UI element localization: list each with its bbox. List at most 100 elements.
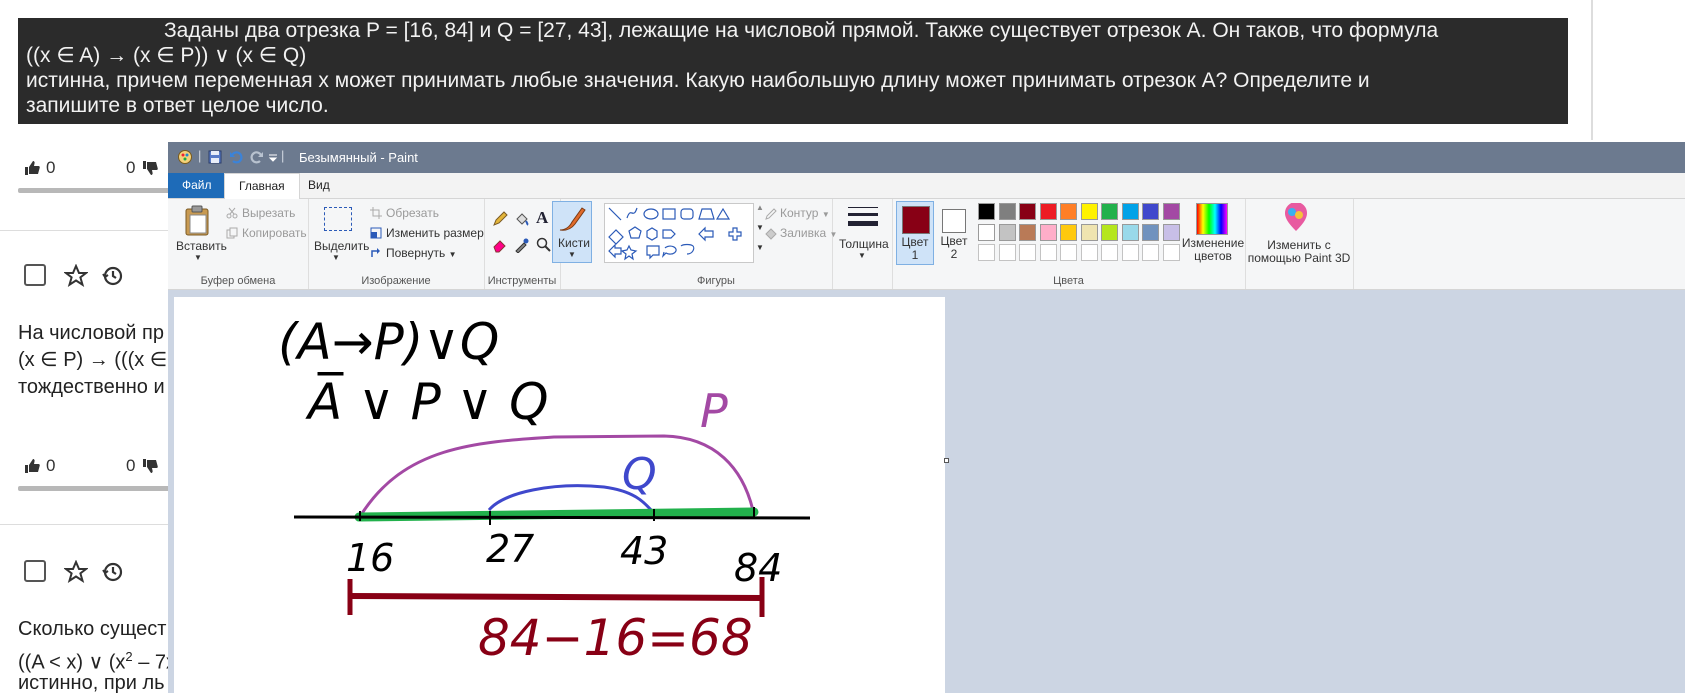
palette-swatch[interactable] <box>1121 244 1139 261</box>
rotate-button[interactable]: Повернуть ▼ <box>386 246 457 260</box>
palette-swatch[interactable] <box>1019 203 1036 220</box>
edit-colors-icon[interactable] <box>1196 203 1228 235</box>
q1-dislikes-count: 0 <box>126 158 136 177</box>
size-line-icon <box>848 221 878 226</box>
paint-app-icon[interactable] <box>177 149 193 165</box>
palette-swatch[interactable] <box>1080 223 1098 241</box>
colors-group-label: Цвета <box>1053 275 1084 287</box>
palette-swatch[interactable] <box>1060 203 1077 220</box>
palette-swatch[interactable] <box>1121 223 1139 241</box>
image-group-label: Изображение <box>361 275 431 287</box>
eraser-icon[interactable] <box>492 237 508 253</box>
chevron-down-icon: ▼ <box>194 253 202 262</box>
palette-swatch[interactable] <box>1142 244 1159 261</box>
scroll-down-icon[interactable]: ▼ <box>756 223 764 232</box>
checkbox[interactable] <box>24 560 46 582</box>
outline-label: Контур <box>780 206 819 220</box>
text-tool-icon[interactable]: A <box>536 208 548 228</box>
label-q: Q <box>622 449 657 500</box>
palette-swatch[interactable] <box>1101 244 1118 261</box>
star-icon[interactable] <box>64 560 88 584</box>
palette-swatch[interactable] <box>978 223 995 241</box>
canvas-resize-handle[interactable] <box>944 458 949 463</box>
palette-swatch[interactable] <box>1101 223 1118 241</box>
page-scrollbar[interactable] <box>1591 0 1593 140</box>
redo-icon[interactable] <box>250 150 264 164</box>
pencil-icon[interactable] <box>492 211 508 227</box>
drawing-canvas[interactable]: (A→P)∨Q A̅ ∨ P ∨ Q P Q 16 27 43 84 84−16… <box>174 297 945 693</box>
brushes-button[interactable]: Кисти ▼ <box>552 201 592 263</box>
tab-file[interactable]: Файл <box>168 173 226 198</box>
palette-swatch[interactable] <box>1080 203 1098 220</box>
select-button[interactable]: Выделить ▼ <box>312 205 369 265</box>
outline-button[interactable]: Контур ▼ <box>780 206 830 220</box>
palette-swatch[interactable] <box>1101 203 1118 220</box>
segment-p-arc <box>359 434 756 516</box>
palette-swatch[interactable] <box>1039 203 1057 220</box>
palette-swatch[interactable] <box>998 244 1016 261</box>
thumb-up-icon[interactable] <box>24 458 40 474</box>
separator: | <box>198 148 202 163</box>
thumb-down-icon[interactable] <box>142 458 158 474</box>
palette-swatch[interactable] <box>1039 244 1057 261</box>
fill-button[interactable]: Заливка ▼ <box>780 226 837 240</box>
tab-view[interactable]: Вид <box>294 173 344 198</box>
palette-swatch[interactable] <box>1019 223 1036 241</box>
q1-votes: 0 0 <box>24 158 158 178</box>
scissors-icon <box>226 207 238 219</box>
size-button[interactable]: Толщина ▼ <box>836 201 889 263</box>
color2-button[interactable]: Цвет 2 <box>936 201 972 263</box>
shapes-gallery[interactable] <box>604 203 754 263</box>
thumb-up-icon[interactable] <box>24 160 40 176</box>
checkbox[interactable] <box>24 264 46 286</box>
shape-icons <box>608 207 742 261</box>
group-clipboard: Вставить ▼ Вырезать Копировать Буфер обм… <box>168 199 309 289</box>
copy-button[interactable]: Копировать <box>242 226 307 240</box>
group-image: Выделить ▼ Обрезать Изменить размер Пове… <box>308 199 485 289</box>
result-expression: 84−16=68 <box>478 609 753 667</box>
edit-paint3d-button[interactable]: Изменить с помощью Paint 3D <box>1247 239 1351 265</box>
thumb-down-icon[interactable] <box>142 160 158 176</box>
palette-swatch[interactable] <box>978 244 995 261</box>
drawing[interactable]: (A→P)∨Q A̅ ∨ P ∨ Q P Q 16 27 43 84 84−16… <box>174 297 945 693</box>
scroll-up-icon[interactable]: ▲ <box>756 203 764 212</box>
color1-swatch <box>902 206 930 234</box>
palette-swatch[interactable] <box>998 203 1016 220</box>
history-icon[interactable] <box>100 560 124 584</box>
q3-exponent: 2 <box>125 649 133 664</box>
palette-swatch[interactable] <box>1060 223 1077 241</box>
tab-home[interactable]: Главная <box>224 173 300 200</box>
palette-swatch[interactable] <box>998 223 1016 241</box>
fill-bucket-icon[interactable] <box>514 211 530 227</box>
color-picker-icon[interactable] <box>514 237 530 253</box>
select-rectangle-icon <box>324 207 352 231</box>
magnifier-icon[interactable] <box>536 237 552 253</box>
palette-swatch[interactable] <box>978 203 995 220</box>
paint3d-icon[interactable] <box>1283 203 1309 233</box>
history-icon[interactable] <box>100 264 124 288</box>
save-icon[interactable] <box>208 150 222 164</box>
color1-label: Цвет 1 <box>901 235 929 262</box>
handwritten-formula-1: (A→P)∨Q <box>278 313 499 371</box>
palette-swatch[interactable] <box>1060 244 1077 261</box>
crop-button[interactable]: Обрезать <box>386 206 439 220</box>
palette-swatch[interactable] <box>1019 244 1036 261</box>
color1-button[interactable]: Цвет 1 <box>896 201 934 265</box>
outline-icon <box>765 208 777 220</box>
group-paint3d: Изменить с помощью Paint 3D <box>1245 199 1354 289</box>
undo-icon[interactable] <box>229 150 243 164</box>
palette-swatch[interactable] <box>1142 223 1159 241</box>
palette-swatch[interactable] <box>1121 203 1139 220</box>
star-icon[interactable] <box>64 264 88 288</box>
customize-quick-access-icon[interactable] <box>268 153 278 163</box>
cut-button[interactable]: Вырезать <box>242 206 295 220</box>
palette-swatch[interactable] <box>1080 244 1098 261</box>
expand-gallery-icon[interactable]: ▼ <box>756 243 764 252</box>
palette-swatch[interactable] <box>1039 223 1057 241</box>
paste-button[interactable]: Вставить ▼ <box>174 203 227 263</box>
card-divider <box>0 230 180 231</box>
resize-button[interactable]: Изменить размер <box>386 226 484 240</box>
palette-swatch[interactable] <box>1162 203 1180 220</box>
palette-swatch[interactable] <box>1142 203 1159 220</box>
edit-colors-button[interactable]: Изменение цветов <box>1174 237 1252 263</box>
